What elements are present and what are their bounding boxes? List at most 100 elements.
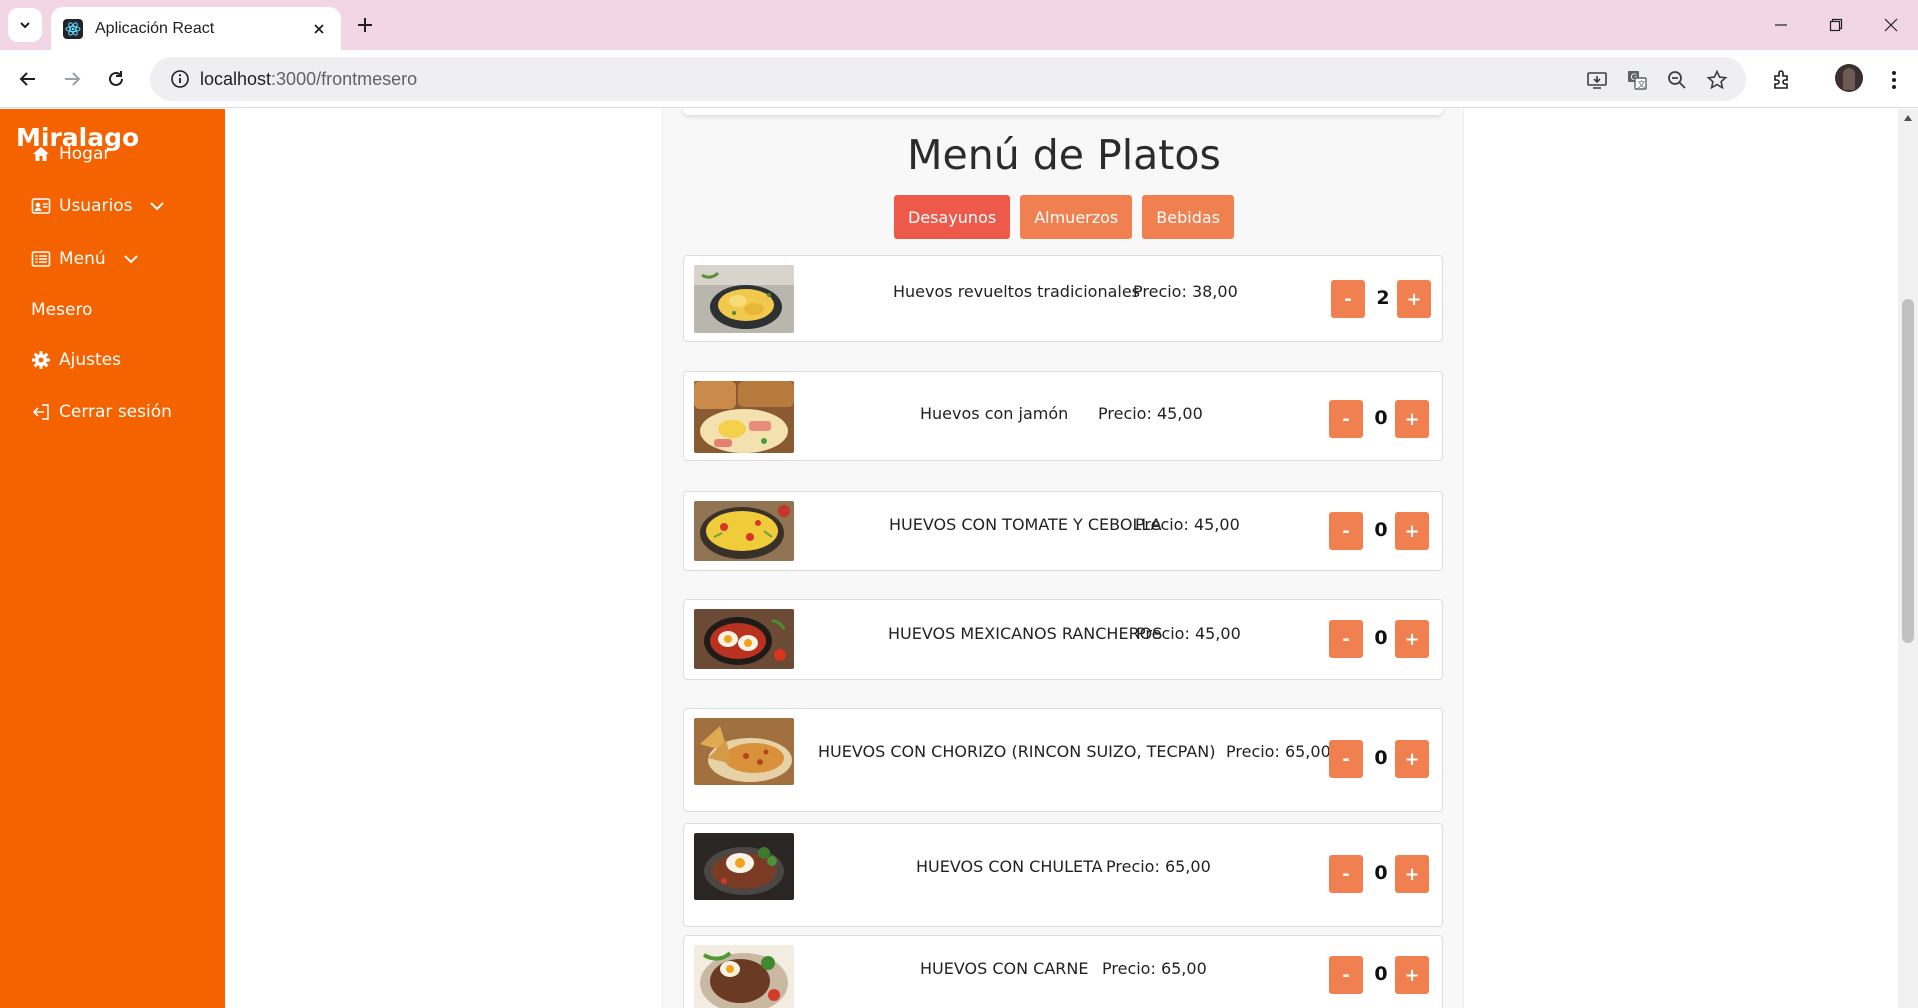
sidebar-item-label: Usuarios <box>59 196 133 216</box>
decrease-qty-button[interactable]: - <box>1329 855 1363 893</box>
tab-search-button[interactable] <box>8 8 42 42</box>
dish-price: Precio: 38,00 <box>1133 282 1238 301</box>
plus-icon <box>358 18 372 32</box>
dish-name: HUEVOS CON CARNE <box>920 959 1089 978</box>
qty-value: 0 <box>1374 862 1388 884</box>
dish-price: Precio: 45,00 <box>1098 404 1203 423</box>
new-tab-button[interactable] <box>352 12 378 38</box>
site-info-icon[interactable] <box>160 69 200 89</box>
browser-toolbar: localhost:3000/frontmesero G文 <box>0 50 1918 108</box>
browser-tabstrip: Aplicación React <box>0 0 1918 50</box>
dish-price: Precio: 65,00 <box>1226 742 1331 761</box>
chevron-down-icon <box>20 22 30 29</box>
qty-value: 2 <box>1376 287 1390 309</box>
increase-qty-button[interactable]: + <box>1395 620 1429 658</box>
home-icon <box>31 144 51 164</box>
sidebar-item-usuarios[interactable]: Usuarios <box>31 193 166 219</box>
restore-window-button[interactable] <box>1813 10 1859 40</box>
extensions-icon[interactable] <box>1768 66 1796 94</box>
logout-icon <box>31 402 51 422</box>
profile-avatar[interactable] <box>1835 64 1863 92</box>
translate-icon[interactable]: G文 <box>1624 67 1650 93</box>
page-title: Menú de Platos <box>907 131 1221 179</box>
svg-text:文: 文 <box>1638 79 1646 89</box>
dish-image <box>694 833 794 900</box>
sidebar-item-label: Cerrar sesión <box>59 402 172 422</box>
increase-qty-button[interactable]: + <box>1395 740 1429 778</box>
increase-qty-button[interactable]: + <box>1395 956 1429 994</box>
chevron-down-icon[interactable] <box>148 197 166 215</box>
sidebar-item-hogar[interactable]: Hogar <box>31 141 110 167</box>
zoom-icon[interactable] <box>1664 67 1690 93</box>
url-host: localhost <box>200 68 272 89</box>
kebab-menu-icon[interactable] <box>1880 66 1908 94</box>
decrease-qty-button[interactable]: - <box>1329 620 1363 658</box>
dish-row: Huevos con jamón Precio: 45,00 - 0 + <box>683 371 1443 461</box>
address-bar[interactable]: localhost:3000/frontmesero G文 <box>150 57 1746 101</box>
reload-icon <box>109 71 123 86</box>
sidebar-item-label: Ajustes <box>59 350 121 370</box>
decrease-qty-button[interactable]: - <box>1329 512 1363 550</box>
sidebar-item-ajustes[interactable]: Ajustes <box>31 347 121 373</box>
category-tabs: Desayunos Almuerzos Bebidas <box>663 195 1465 239</box>
dish-row: HUEVOS CON CARNE Precio: 65,00 - 0 + <box>683 935 1443 1008</box>
dish-row: HUEVOS MEXICANOS RANCHEROS Precio: 45,00… <box>683 599 1443 680</box>
sidebar-item-label: Hogar <box>59 144 111 164</box>
user-card-icon <box>31 196 51 216</box>
page-scrollbar[interactable] <box>1898 109 1918 1008</box>
increase-qty-button[interactable]: + <box>1395 512 1429 550</box>
dish-name: HUEVOS MEXICANOS RANCHEROS <box>888 624 1163 643</box>
page-viewport: Miralago Hogar Usuarios Menú Mesero Ajus… <box>0 109 1918 1008</box>
dish-image <box>694 381 794 453</box>
minimize-window-button[interactable] <box>1758 10 1804 40</box>
decrease-qty-button[interactable]: - <box>1329 400 1363 438</box>
card-header-edge <box>683 109 1443 115</box>
increase-qty-button[interactable]: + <box>1395 400 1429 438</box>
increase-qty-button[interactable]: + <box>1395 855 1429 893</box>
dish-name: Huevos con jamón <box>920 404 1069 423</box>
arrow-left-icon <box>19 72 35 86</box>
chevron-down-icon[interactable] <box>122 250 140 268</box>
decrease-qty-button[interactable]: - <box>1329 956 1363 994</box>
url-text: localhost:3000/frontmesero <box>200 69 417 90</box>
tab-almuerzos[interactable]: Almuerzos <box>1020 195 1133 239</box>
dish-image <box>694 501 794 561</box>
decrease-qty-button[interactable]: - <box>1329 740 1363 778</box>
gear-icon <box>31 350 51 370</box>
dish-row: HUEVOS CON TOMATE Y CEBOLLA Precio: 45,0… <box>683 491 1443 571</box>
tab-bebidas[interactable]: Bebidas <box>1142 195 1234 239</box>
scroll-up-arrow-icon[interactable] <box>1902 113 1914 123</box>
close-window-button[interactable] <box>1868 10 1914 40</box>
minimize-icon <box>1775 24 1787 26</box>
dish-name: HUEVOS CON TOMATE Y CEBOLLA <box>889 515 1162 534</box>
back-button[interactable] <box>12 63 44 95</box>
install-app-icon[interactable] <box>1584 67 1610 93</box>
dish-price: Precio: 65,00 <box>1106 857 1211 876</box>
browser-tab-active[interactable]: Aplicación React <box>51 7 341 50</box>
arrow-right-icon <box>65 72 81 86</box>
increase-qty-button[interactable]: + <box>1397 280 1431 318</box>
forward-button[interactable] <box>56 63 88 95</box>
scrollbar-thumb[interactable] <box>1902 299 1914 643</box>
bookmark-star-icon[interactable] <box>1704 67 1730 93</box>
decrease-qty-button[interactable]: - <box>1331 280 1365 318</box>
tab-title: Aplicación React <box>95 19 215 37</box>
dish-price: Precio: 45,00 <box>1136 624 1241 643</box>
dish-name: Huevos revueltos tradicionales <box>893 282 1141 301</box>
sidebar-item-menu[interactable]: Menú <box>31 246 140 272</box>
reload-button[interactable] <box>100 63 132 95</box>
dish-name: HUEVOS CON CHULETA <box>916 857 1103 876</box>
sidebar-item-mesero[interactable]: Mesero <box>31 297 92 323</box>
sidebar-item-label: Menú <box>59 249 106 269</box>
menu-card: Menú de Platos Desayunos Almuerzos Bebid… <box>662 109 1464 1008</box>
dish-row: Huevos revueltos tradicionales Precio: 3… <box>683 255 1443 342</box>
sidebar-item-cerrar-sesion[interactable]: Cerrar sesión <box>31 399 172 425</box>
url-path: :3000/frontmesero <box>271 68 418 89</box>
sidebar-item-label: Mesero <box>31 300 93 320</box>
close-icon <box>1884 18 1898 32</box>
close-tab-icon[interactable] <box>309 19 329 39</box>
tab-desayunos[interactable]: Desayunos <box>894 195 1011 239</box>
menu-list-icon <box>31 249 51 269</box>
dish-image <box>694 265 794 333</box>
react-logo-icon <box>63 18 83 39</box>
